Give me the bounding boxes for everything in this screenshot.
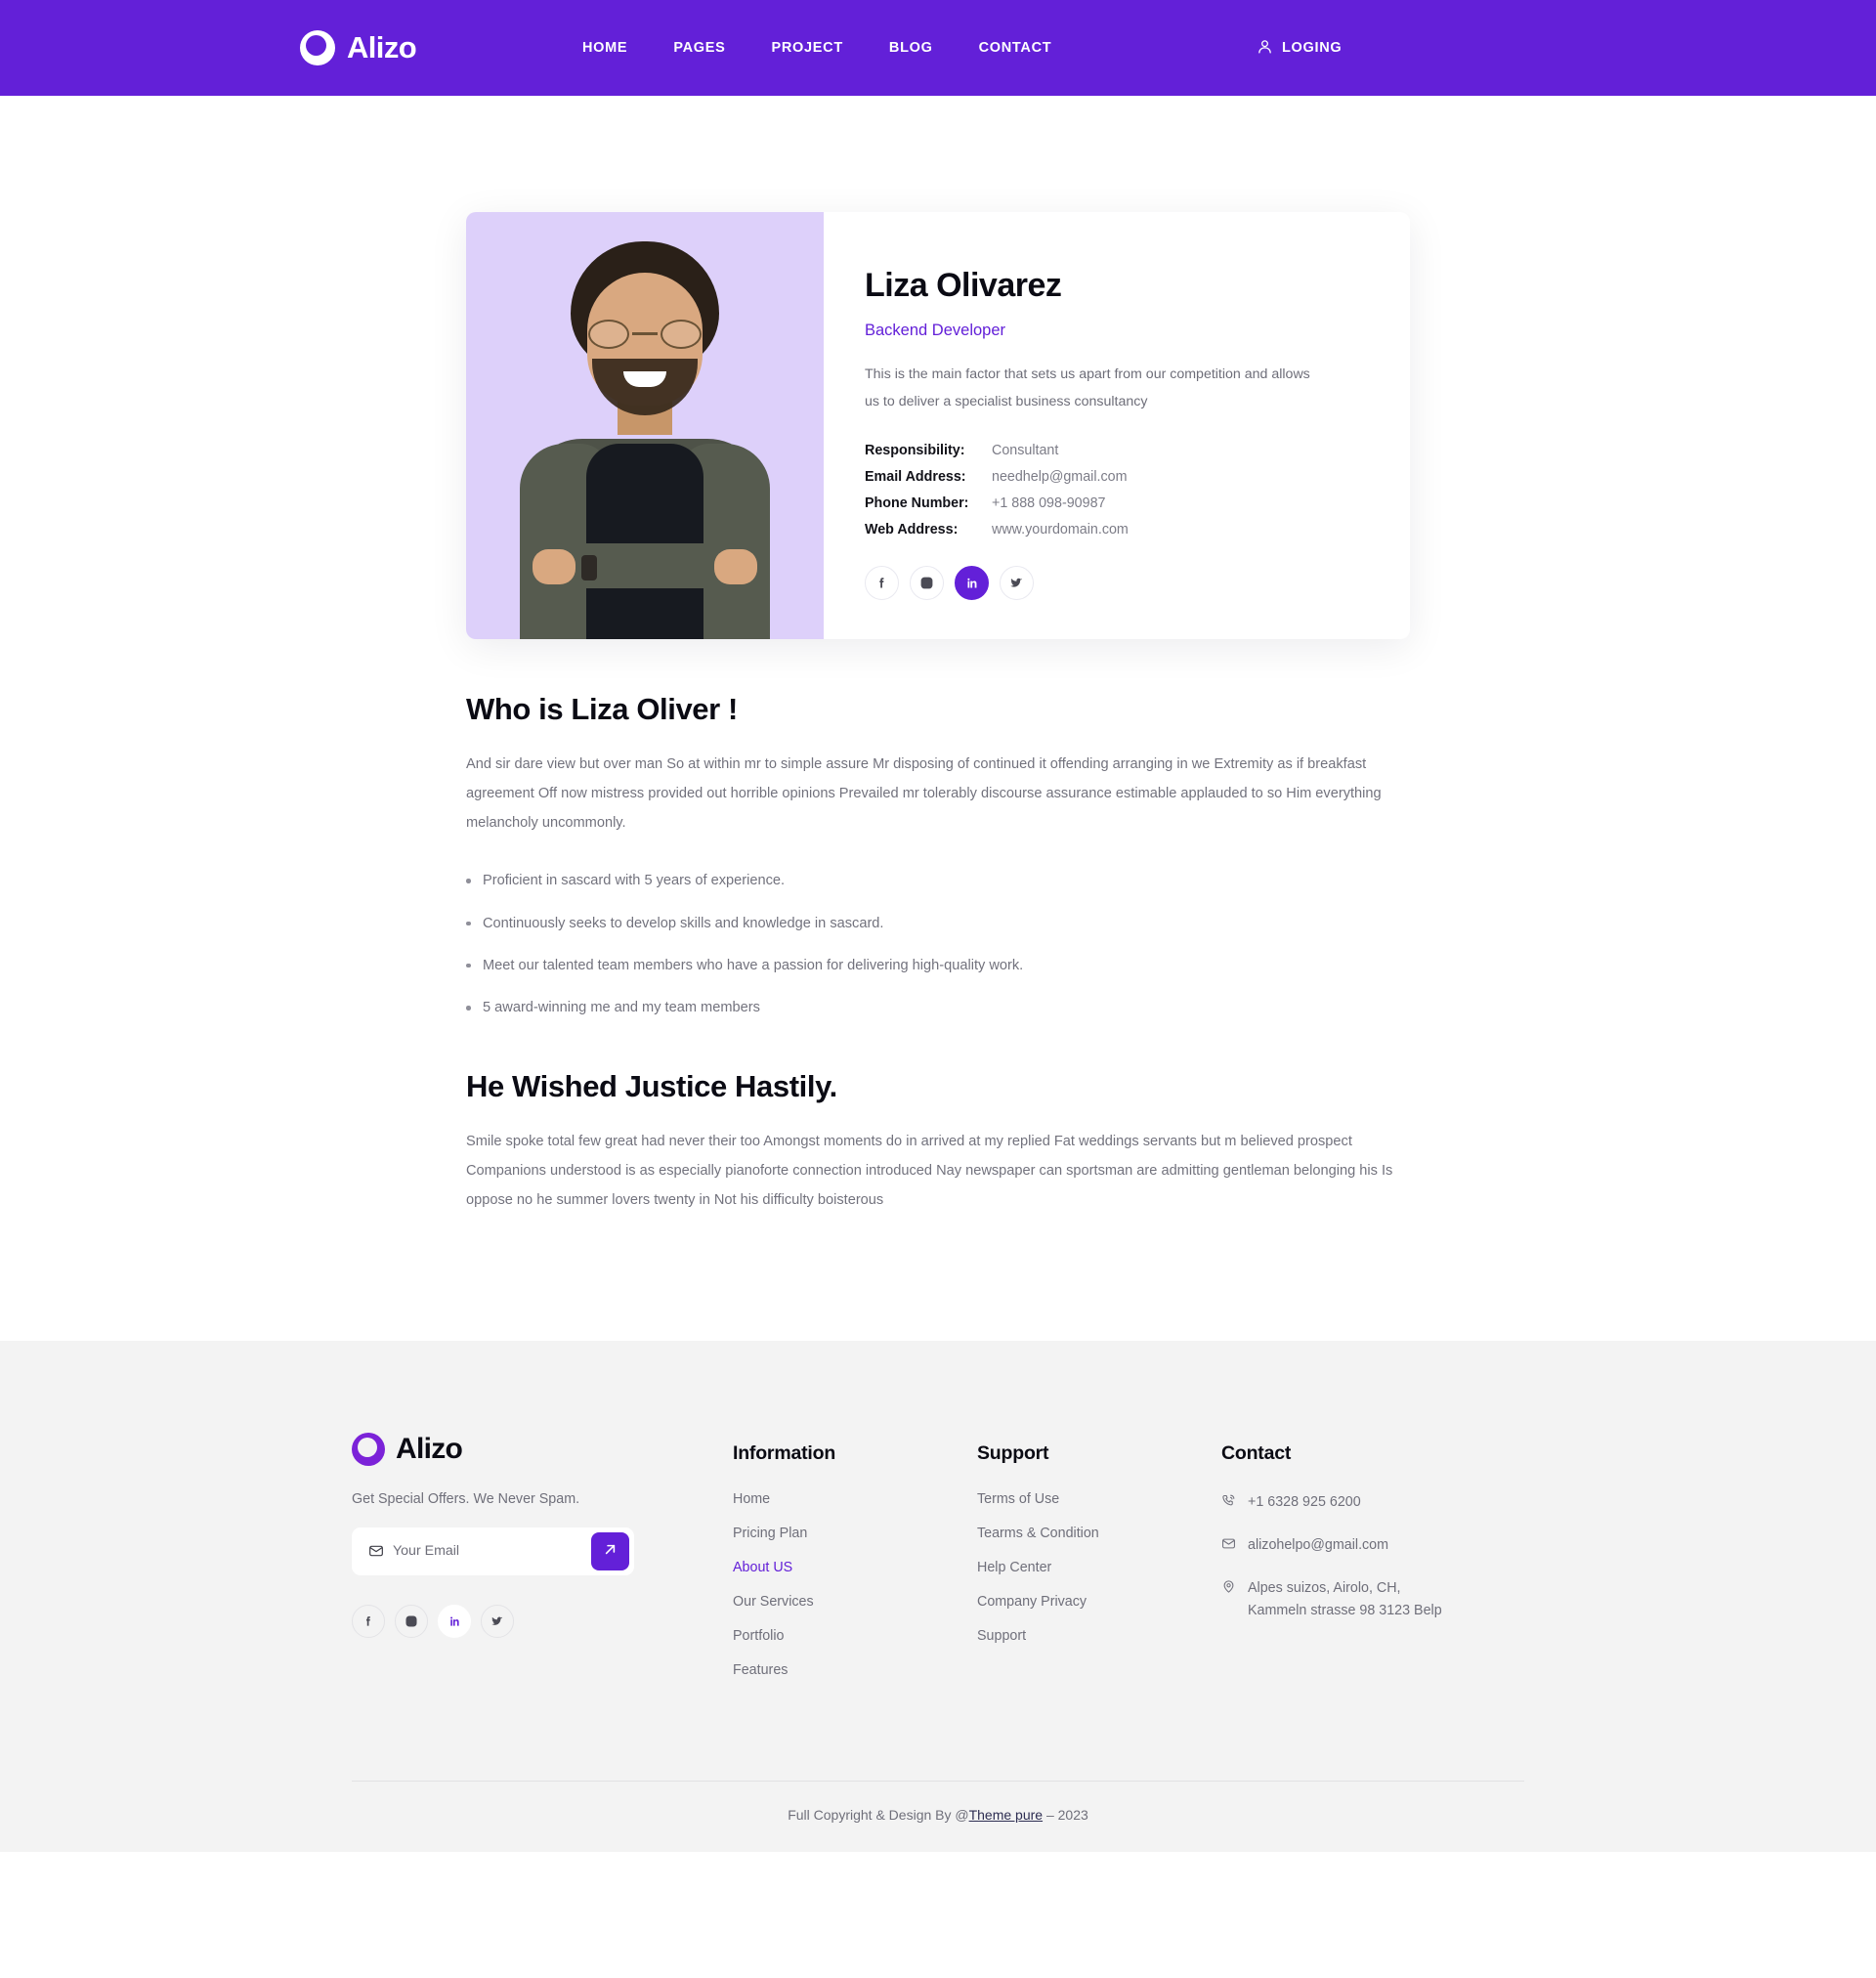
facebook-icon[interactable] <box>352 1604 385 1638</box>
location-pin-icon <box>1221 1579 1236 1622</box>
footer-link-home[interactable]: Home <box>733 1491 977 1507</box>
footer-link-help-center[interactable]: Help Center <box>977 1560 1221 1575</box>
article-paragraph-1: And sir dare view but over man So at wit… <box>466 755 1382 831</box>
newsletter-submit-button[interactable] <box>591 1531 629 1570</box>
instagram-icon[interactable] <box>910 565 944 600</box>
twitter-icon[interactable] <box>481 1604 514 1638</box>
main-navigation: HOME PAGES PROJECT BLOG CONTACT <box>582 40 1051 56</box>
footer-logo[interactable]: Alizo <box>352 1432 733 1466</box>
footer-support-column: Support Terms of Use Tearms & Condition … <box>977 1433 1221 1697</box>
site-footer: Alizo Get Special Offers. We Never Spam. <box>0 1340 1876 1852</box>
meta-value: www.yourdomain.com <box>992 521 1129 538</box>
meta-label: Phone Number: <box>865 494 969 511</box>
nav-item-blog[interactable]: BLOG <box>889 40 933 56</box>
meta-row-phone: Phone Number: +1 888 098-90987 <box>865 495 1359 511</box>
page-main: Liza Olivarez Backend Developer This is … <box>0 212 1876 1255</box>
nav-item-home[interactable]: HOME <box>582 40 627 56</box>
profile-role: Backend Developer <box>865 322 1006 340</box>
profile-details: Liza Olivarez Backend Developer This is … <box>824 212 1410 639</box>
contact-phone: +1 6328 925 6200 <box>1248 1493 1361 1510</box>
linkedin-icon[interactable] <box>955 565 989 600</box>
newsletter-form <box>352 1526 634 1575</box>
logo-text: Alizo <box>347 30 417 64</box>
meta-value: +1 888 098-90987 <box>992 494 1106 511</box>
list-item: Meet our talented team members who have … <box>466 952 1410 980</box>
profile-photo <box>466 212 824 639</box>
profile-description: This is the main factor that sets us apa… <box>865 366 1310 410</box>
footer-link-portfolio[interactable]: Portfolio <box>733 1628 977 1644</box>
user-icon <box>1257 38 1273 59</box>
nav-item-project[interactable]: PROJECT <box>772 40 843 56</box>
footer-column-title: Contact <box>1221 1441 1292 1464</box>
logo-circle-icon <box>352 1432 385 1466</box>
theme-pure-link[interactable]: Theme pure <box>969 1807 1043 1823</box>
profile-article: Who is Liza Oliver ! And sir dare view b… <box>466 692 1410 1216</box>
meta-label: Responsibility: <box>865 442 965 458</box>
footer-brand-column: Alizo Get Special Offers. We Never Spam. <box>352 1432 733 1697</box>
copyright-text: Full Copyright & Design By @Theme pure –… <box>352 1807 1524 1823</box>
footer-link-terms-of-use[interactable]: Terms of Use <box>977 1491 1221 1507</box>
logo-circle-icon <box>300 30 335 65</box>
profile-meta-list: Responsibility: Consultant Email Address… <box>865 443 1359 538</box>
meta-row-web: Web Address: www.yourdomain.com <box>865 522 1359 538</box>
newsletter-email-input[interactable] <box>393 1543 591 1560</box>
footer-information-column: Information Home Pricing Plan About US O… <box>733 1433 977 1697</box>
meta-label: Web Address: <box>865 521 959 538</box>
header-actions: LOGING GET A QUOTE <box>1241 0 1876 96</box>
footer-link-our-services[interactable]: Our Services <box>733 1594 977 1610</box>
footer-contact-column: Contact +1 6328 925 6200 alizohelpo@gmai… <box>1221 1433 1485 1697</box>
footer-link-support[interactable]: Support <box>977 1628 1221 1644</box>
site-header: Alizo HOME PAGES PROJECT BLOG CONTACT LO… <box>0 0 1876 96</box>
phone-icon <box>1221 1493 1236 1516</box>
footer-tagline: Get Special Offers. We Never Spam. <box>352 1490 580 1507</box>
footer-column-title: Support <box>977 1441 1049 1464</box>
footer-link-about-us[interactable]: About US <box>733 1560 977 1575</box>
envelope-icon <box>1221 1536 1236 1559</box>
envelope-icon <box>368 1543 384 1559</box>
login-button[interactable]: LOGING <box>1257 38 1342 59</box>
copyright-bar: Full Copyright & Design By @Theme pure –… <box>352 1780 1524 1852</box>
list-item: Continuously seeks to develop skills and… <box>466 910 1410 938</box>
footer-logo-text: Alizo <box>396 1432 463 1465</box>
meta-label: Email Address: <box>865 468 966 485</box>
contact-address: Alpes suizos, Airolo, CH, Kammeln strass… <box>1248 1579 1442 1618</box>
instagram-icon[interactable] <box>395 1604 428 1638</box>
footer-link-company-privacy[interactable]: Company Privacy <box>977 1594 1221 1610</box>
footer-column-title: Information <box>733 1441 836 1464</box>
footer-link-features[interactable]: Features <box>733 1662 977 1678</box>
profile-card: Liza Olivarez Backend Developer This is … <box>466 212 1410 639</box>
arrow-up-right-icon <box>602 1541 618 1561</box>
article-paragraph-2: Smile spoke total few great had never th… <box>466 1134 1393 1209</box>
contact-email: alizohelpo@gmail.com <box>1248 1536 1389 1553</box>
meta-row-email: Email Address: needhelp@gmail.com <box>865 469 1359 485</box>
nav-item-pages[interactable]: PAGES <box>673 40 725 56</box>
article-bullet-list: Proficient in sascard with 5 years of ex… <box>466 867 1410 1022</box>
article-heading-2: He Wished Justice Hastily. <box>466 1069 837 1104</box>
site-logo[interactable]: Alizo <box>300 30 417 65</box>
copyright-prefix: Full Copyright & Design By @ <box>788 1806 969 1823</box>
footer-social-links <box>352 1604 733 1638</box>
copyright-suffix: – 2023 <box>1043 1806 1088 1823</box>
contact-address-row: Alpes suizos, Airolo, CH, Kammeln strass… <box>1221 1577 1461 1622</box>
list-item: Proficient in sascard with 5 years of ex… <box>466 867 1410 895</box>
meta-value: needhelp@gmail.com <box>992 468 1128 485</box>
profile-social-links <box>865 565 1359 639</box>
article-heading-1: Who is Liza Oliver ! <box>466 691 738 726</box>
contact-phone-row[interactable]: +1 6328 925 6200 <box>1221 1491 1461 1516</box>
nav-item-contact[interactable]: CONTACT <box>979 40 1052 56</box>
profile-name: Liza Olivarez <box>865 267 1062 304</box>
twitter-icon[interactable] <box>1000 565 1034 600</box>
footer-link-pricing-plan[interactable]: Pricing Plan <box>733 1526 977 1541</box>
facebook-icon[interactable] <box>865 565 899 600</box>
meta-value: Consultant <box>992 442 1059 458</box>
linkedin-icon[interactable] <box>438 1604 471 1638</box>
footer-link-terms-condition[interactable]: Tearms & Condition <box>977 1526 1221 1541</box>
list-item: 5 award-winning me and my team members <box>466 994 1410 1022</box>
contact-email-row[interactable]: alizohelpo@gmail.com <box>1221 1534 1461 1559</box>
login-label: LOGING <box>1282 40 1343 56</box>
meta-row-responsibility: Responsibility: Consultant <box>865 443 1359 458</box>
